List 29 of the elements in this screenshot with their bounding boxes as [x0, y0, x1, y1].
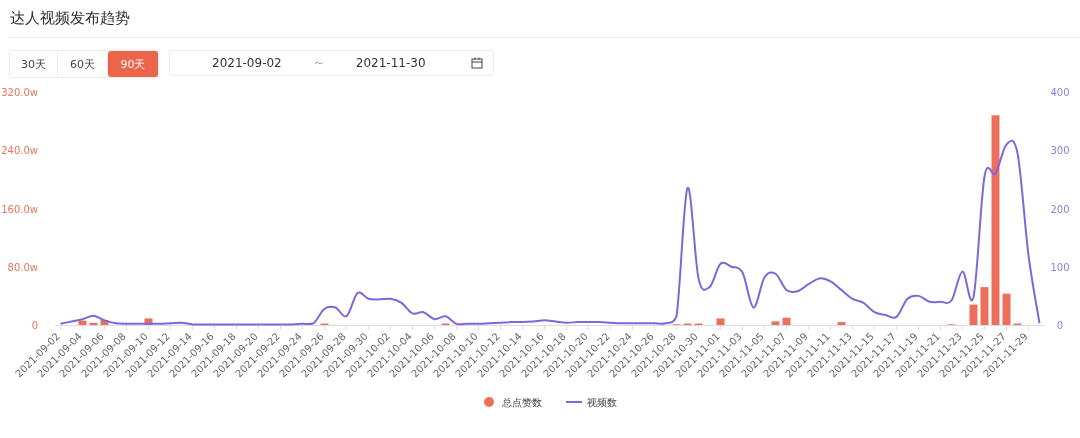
bar: [716, 318, 725, 325]
legend-label: 总点赞数: [502, 397, 542, 408]
legend-label: 视频数: [587, 397, 617, 408]
bar: [980, 287, 989, 325]
bar: [144, 318, 153, 325]
bar: [100, 319, 109, 325]
axis-label: 200: [1050, 203, 1070, 215]
bar: [1002, 293, 1011, 325]
calendar-icon: [471, 57, 483, 69]
axis-label: 160.0w: [1, 203, 38, 215]
date-range-field[interactable]: 2021-09-02 ~ 2021-11-30: [169, 50, 494, 76]
bar: [782, 317, 791, 325]
bar: [89, 322, 98, 325]
axis-label: 0: [1056, 320, 1064, 331]
axis-label: 320.0w: [1, 87, 38, 98]
axis-label: 400: [1050, 87, 1070, 98]
bar: [771, 321, 780, 325]
legend-line: [565, 401, 583, 403]
axis-label: 240.0w: [1, 145, 38, 157]
bar: [969, 304, 978, 325]
axis-label: 300: [1050, 145, 1070, 157]
bar: [837, 322, 846, 325]
axis-label: 100: [1050, 261, 1070, 273]
section-title: 达人视频发布趋势: [9, 8, 131, 28]
axis-label: 80.0w: [7, 261, 38, 273]
legend-dot: [484, 397, 494, 407]
bar: [78, 320, 87, 325]
range-tab[interactable]: 30天: [10, 51, 58, 77]
axis-label: 0: [31, 320, 38, 331]
